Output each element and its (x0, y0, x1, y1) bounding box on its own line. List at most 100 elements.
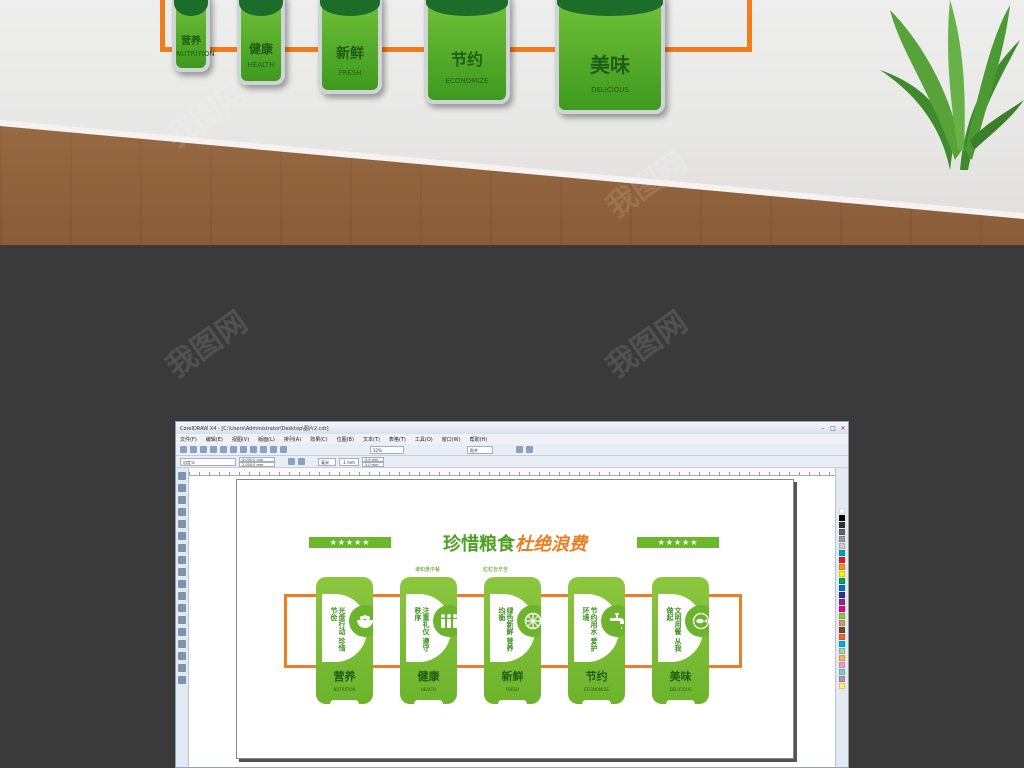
connector-tool-icon[interactable] (178, 628, 186, 636)
page-artboard[interactable]: ★★★★★ 珍惜粮食杜绝浪费 ★★★★★ 谁知盘中餐 粒粒皆辛苦 光盘行动 珍惜… (236, 479, 794, 759)
menu-bitmaps[interactable]: 位图(B) (337, 436, 354, 443)
duplicate-distance-fields: 5.0 mm 5.0 mm (362, 456, 384, 467)
menu-file[interactable]: 文件(F) (180, 436, 197, 443)
card-health[interactable]: 注重礼仪 遵守秩序 健康 HEALTH (400, 577, 457, 704)
color-swatch[interactable] (839, 543, 845, 549)
color-swatch[interactable] (839, 669, 845, 675)
color-swatch[interactable] (839, 585, 845, 591)
card-fresh[interactable]: 绿色新鲜 营养均衡 新鲜 FRESH (484, 577, 541, 704)
menu-text[interactable]: 文本(T) (363, 436, 380, 443)
card-subtitle: FRESH (505, 687, 520, 692)
color-swatch[interactable] (839, 578, 845, 584)
horizontal-ruler[interactable] (189, 468, 835, 476)
color-swatch[interactable] (839, 529, 845, 535)
portrait-icon[interactable] (288, 458, 295, 465)
basic-shapes-tool-icon[interactable] (178, 580, 186, 588)
color-swatch[interactable] (839, 599, 845, 605)
menu-layout[interactable]: 版面(L) (258, 436, 275, 443)
new-icon[interactable] (180, 446, 187, 453)
color-swatch[interactable] (839, 662, 845, 668)
eyedropper-tool-icon[interactable] (178, 652, 186, 660)
polygon-tool-icon[interactable] (178, 568, 186, 576)
color-swatch[interactable] (839, 627, 845, 633)
color-swatch[interactable] (839, 655, 845, 661)
close-button[interactable]: ✕ (838, 424, 848, 433)
card-economize[interactable]: 节约用水 爱护环境 节约 ECONOMIZE (568, 577, 625, 704)
import-icon[interactable] (270, 446, 277, 453)
outline-tool-icon[interactable] (178, 664, 186, 672)
landscape-icon[interactable] (298, 458, 305, 465)
crop-tool-icon[interactable] (178, 496, 186, 504)
main-heading: 珍惜粮食杜绝浪费 (407, 530, 623, 556)
save-icon[interactable] (200, 446, 207, 453)
fill-tool-icon[interactable] (178, 676, 186, 684)
pick-tool-icon[interactable] (178, 472, 186, 480)
menu-view[interactable]: 视图(V) (232, 436, 249, 443)
zoom-level-select[interactable]: 32% (370, 445, 404, 454)
card-delicious[interactable]: 文明用餐 从我做起 美味 DELICIOUS (652, 577, 709, 704)
color-swatch[interactable] (839, 620, 845, 626)
export-icon[interactable] (280, 446, 287, 453)
heading-banner: ★★★★★ 珍惜粮食杜绝浪费 ★★★★★ (309, 528, 719, 556)
menu-table[interactable]: 表格(T) (389, 436, 406, 443)
menu-edit[interactable]: 编辑(E) (206, 436, 223, 443)
color-swatch[interactable] (839, 683, 845, 689)
toolbox (176, 468, 189, 767)
freehand-tool-icon[interactable] (178, 520, 186, 528)
maximize-button[interactable]: □ (828, 424, 838, 433)
rectangle-tool-icon[interactable] (178, 544, 186, 552)
color-swatch[interactable] (839, 508, 845, 514)
options-icon[interactable] (516, 446, 523, 453)
color-swatch[interactable] (839, 536, 845, 542)
card-slogan: 文明用餐 从我做起 (666, 607, 682, 652)
text-tool-icon[interactable] (178, 592, 186, 600)
units-select[interactable]: 毫米 (318, 457, 336, 466)
color-swatch[interactable] (839, 564, 845, 570)
lime-icon (517, 605, 541, 637)
color-swatch[interactable] (839, 522, 845, 528)
blend-tool-icon[interactable] (178, 640, 186, 648)
copy-icon[interactable] (230, 446, 237, 453)
color-swatch[interactable] (839, 557, 845, 563)
window-title: CorelDRAW X4 - [C:\Users\Administrator\D… (180, 425, 329, 432)
nudge-distance-field[interactable]: .1 mm (339, 457, 359, 466)
snap-to-select[interactable]: 贴齐 (467, 445, 493, 454)
color-swatch[interactable] (839, 550, 845, 556)
card-nutrition[interactable]: 光盘行动 珍惜节俭 营养 NUTRITION (316, 577, 373, 704)
undo-icon[interactable] (250, 446, 257, 453)
color-swatch[interactable] (839, 592, 845, 598)
application-launcher-icon[interactable] (526, 446, 533, 453)
menu-tools[interactable]: 工具(O) (415, 436, 433, 443)
color-swatch[interactable] (839, 606, 845, 612)
menu-arrange[interactable]: 排列(A) (284, 436, 301, 443)
duplicate-y-field[interactable]: 5.0 mm (362, 461, 384, 467)
potted-plant (880, 0, 1024, 170)
paper-type-select[interactable]: 自定义 (180, 457, 236, 466)
minimize-button[interactable]: – (818, 424, 828, 433)
paste-icon[interactable] (240, 446, 247, 453)
color-swatch[interactable] (839, 641, 845, 647)
menu-window[interactable]: 窗口(W) (442, 436, 461, 443)
dimension-tool-icon[interactable] (178, 616, 186, 624)
smart-fill-tool-icon[interactable] (178, 532, 186, 540)
print-icon[interactable] (210, 446, 217, 453)
shape-tool-icon[interactable] (178, 484, 186, 492)
redo-icon[interactable] (260, 446, 267, 453)
color-swatch[interactable] (839, 571, 845, 577)
color-swatch[interactable] (839, 676, 845, 682)
people-icon (433, 605, 457, 637)
table-tool-icon[interactable] (178, 604, 186, 612)
ellipse-tool-icon[interactable] (178, 556, 186, 564)
color-swatch[interactable] (839, 613, 845, 619)
zoom-tool-icon[interactable] (178, 508, 186, 516)
page-height-field[interactable]: 2,000.0 mm (239, 461, 275, 467)
open-icon[interactable] (190, 446, 197, 453)
color-swatch[interactable] (839, 648, 845, 654)
card-slogan: 节约用水 爱护环境 (582, 607, 598, 652)
menu-help[interactable]: 帮助(H) (470, 436, 488, 443)
color-swatch[interactable] (839, 515, 845, 521)
drawing-canvas[interactable]: ★★★★★ 珍惜粮食杜绝浪费 ★★★★★ 谁知盘中餐 粒粒皆辛苦 光盘行动 珍惜… (189, 476, 835, 767)
color-swatch[interactable] (839, 634, 845, 640)
menu-effects[interactable]: 效果(C) (310, 436, 327, 443)
cut-icon[interactable] (220, 446, 227, 453)
